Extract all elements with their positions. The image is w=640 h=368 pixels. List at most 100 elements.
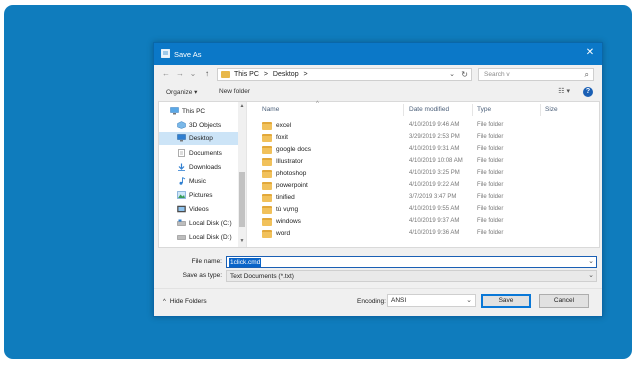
pictures-icon — [177, 191, 186, 199]
sidebar-item-label: Music — [189, 178, 206, 185]
file-type: File folder — [477, 122, 504, 128]
folder-icon — [262, 218, 272, 226]
file-type: File folder — [477, 218, 504, 224]
encoding-select[interactable]: ANSI ⌄ — [387, 294, 476, 307]
file-date: 4/10/2019 3:25 PM — [409, 170, 460, 176]
sidebar-item-downloads[interactable]: Downloads — [159, 161, 239, 174]
hide-folders-label: Hide Folders — [169, 298, 207, 305]
file-name: word — [276, 230, 291, 237]
back-button[interactable]: ← — [160, 68, 172, 80]
breadcrumb-separator[interactable]: > — [304, 71, 308, 78]
sidebar-item-local-disk-d[interactable]: Local Disk (D:) — [159, 231, 239, 244]
breadcrumb-this-pc[interactable]: This PC — [234, 71, 259, 78]
up-button[interactable]: ↑ — [201, 68, 213, 80]
filename-field[interactable]: 1click.cmd ⌄ — [226, 256, 597, 268]
view-options-icon[interactable]: ☷ ▾ — [558, 87, 570, 95]
table-row[interactable]: google docs 4/10/2019 9:31 AM File folde… — [248, 144, 600, 156]
title-bar: Save As ✕ — [154, 43, 602, 65]
scroll-down-icon[interactable]: ▼ — [239, 238, 245, 246]
breadcrumb-desktop[interactable]: Desktop — [273, 71, 299, 78]
organize-button[interactable]: Organize ▾ — [166, 88, 197, 96]
sidebar-item-label: This PC — [182, 108, 206, 115]
table-row[interactable]: tù vựng 4/10/2019 9:55 AM File folder — [248, 204, 600, 216]
sidebar-item-local-disk-c[interactable]: Local Disk (C:) — [159, 217, 239, 230]
hide-folders-button[interactable]: ^ Hide Folders — [163, 298, 207, 305]
cube-icon — [177, 121, 186, 129]
address-bar[interactable]: This PC > Desktop > ⌄ ↻ — [217, 68, 472, 81]
sidebar-item-pictures[interactable]: Pictures — [159, 189, 239, 202]
chevron-down-icon[interactable]: ⌄ — [588, 257, 594, 265]
table-row[interactable]: foxit 3/29/2019 2:53 PM File folder — [248, 132, 600, 144]
sidebar-item-videos[interactable]: Videos — [159, 203, 239, 216]
chevron-down-icon[interactable]: ⌄ — [588, 271, 594, 279]
table-row[interactable]: Illustrator 4/10/2019 10:08 AM File fold… — [248, 156, 600, 168]
sidebar-item-3d-objects[interactable]: 3D Objects — [159, 119, 239, 132]
pc-icon — [170, 107, 179, 115]
file-date: 3/7/2019 3:47 PM — [409, 194, 457, 200]
filename-value[interactable]: 1click.cmd — [229, 258, 262, 267]
file-date: 4/10/2019 9:46 AM — [409, 122, 460, 128]
file-type: File folder — [477, 146, 504, 152]
file-date: 4/10/2019 9:36 AM — [409, 230, 460, 236]
sidebar-item-desktop[interactable]: Desktop — [159, 132, 239, 145]
sidebar-item-music[interactable]: Music — [159, 175, 239, 188]
column-header-name[interactable]: Name — [262, 106, 279, 113]
file-name: powerpoint — [276, 182, 308, 189]
encoding-label: Encoding: — [357, 298, 386, 305]
save-as-type-select[interactable]: Text Documents (*.txt) ⌄ — [226, 270, 597, 282]
column-divider[interactable] — [403, 104, 404, 116]
folder-icon — [262, 194, 272, 202]
file-date: 4/10/2019 9:55 AM — [409, 206, 460, 212]
column-header-date[interactable]: Date modified — [409, 106, 449, 113]
file-list: ^ Name Date modified Type Size excel 4/1… — [248, 101, 600, 247]
save-button[interactable]: Save — [481, 294, 531, 308]
file-name: Illustrator — [276, 158, 303, 165]
filename-label: File name: — [191, 258, 222, 265]
sidebar-item-documents[interactable]: Documents — [159, 147, 239, 160]
column-header-size[interactable]: Size — [545, 106, 558, 113]
sidebar-item-label: 3D Objects — [189, 122, 222, 129]
recent-locations-button[interactable]: ⌄ — [187, 68, 199, 80]
folder-icon — [262, 170, 272, 178]
sidebar-scrollbar[interactable]: ▲ ▼ — [238, 102, 246, 247]
cancel-button[interactable]: Cancel — [539, 294, 589, 308]
column-header-type[interactable]: Type — [477, 106, 491, 113]
folder-icon — [262, 122, 272, 130]
table-row[interactable]: excel 4/10/2019 9:46 AM File folder — [248, 120, 600, 132]
file-name: foxit — [276, 134, 288, 141]
drive-icon — [177, 219, 186, 226]
breadcrumb-separator[interactable]: > — [264, 71, 268, 78]
chevron-down-icon[interactable]: ⌄ — [466, 296, 472, 304]
folder-icon — [262, 182, 272, 190]
folder-icon — [262, 158, 272, 166]
table-row[interactable]: powerpoint 4/10/2019 9:22 AM File folder — [248, 180, 600, 192]
close-button[interactable]: ✕ — [583, 46, 597, 60]
forward-button[interactable]: → — [174, 68, 186, 80]
table-row[interactable]: windows 4/10/2019 9:37 AM File folder — [248, 216, 600, 228]
column-divider[interactable] — [540, 104, 541, 116]
help-icon[interactable]: ? — [583, 87, 593, 97]
chevron-up-icon: ^ — [163, 299, 166, 305]
file-type: File folder — [477, 170, 504, 176]
chevron-down-icon[interactable]: ⌄ — [449, 70, 455, 78]
file-type: File folder — [477, 206, 504, 212]
search-placeholder: Search v — [484, 71, 510, 78]
table-row[interactable]: word 4/10/2019 9:36 AM File folder — [248, 228, 600, 240]
scrollbar-thumb[interactable] — [239, 172, 245, 227]
new-folder-button[interactable]: New folder — [219, 88, 250, 95]
sidebar-item-label: Desktop — [189, 135, 213, 142]
videos-icon — [177, 205, 186, 213]
search-input[interactable]: Search v ⌕ — [478, 68, 594, 81]
navigation-pane: This PC 3D Objects Desktop Documents Dow… — [159, 102, 247, 247]
file-date: 4/10/2019 10:08 AM — [409, 158, 463, 164]
save-as-type-value: Text Documents (*.txt) — [230, 273, 294, 280]
sidebar-item-this-pc[interactable]: This PC — [159, 105, 239, 118]
refresh-icon[interactable]: ↻ — [461, 70, 468, 79]
sidebar-item-label: Pictures — [189, 192, 213, 199]
table-row[interactable]: tinified 3/7/2019 3:47 PM File folder — [248, 192, 600, 204]
column-divider[interactable] — [472, 104, 473, 116]
scroll-up-icon[interactable]: ▲ — [239, 103, 245, 111]
search-icon: ⌕ — [584, 70, 589, 79]
encoding-value: ANSI — [391, 297, 407, 304]
table-row[interactable]: photoshop 4/10/2019 3:25 PM File folder — [248, 168, 600, 180]
